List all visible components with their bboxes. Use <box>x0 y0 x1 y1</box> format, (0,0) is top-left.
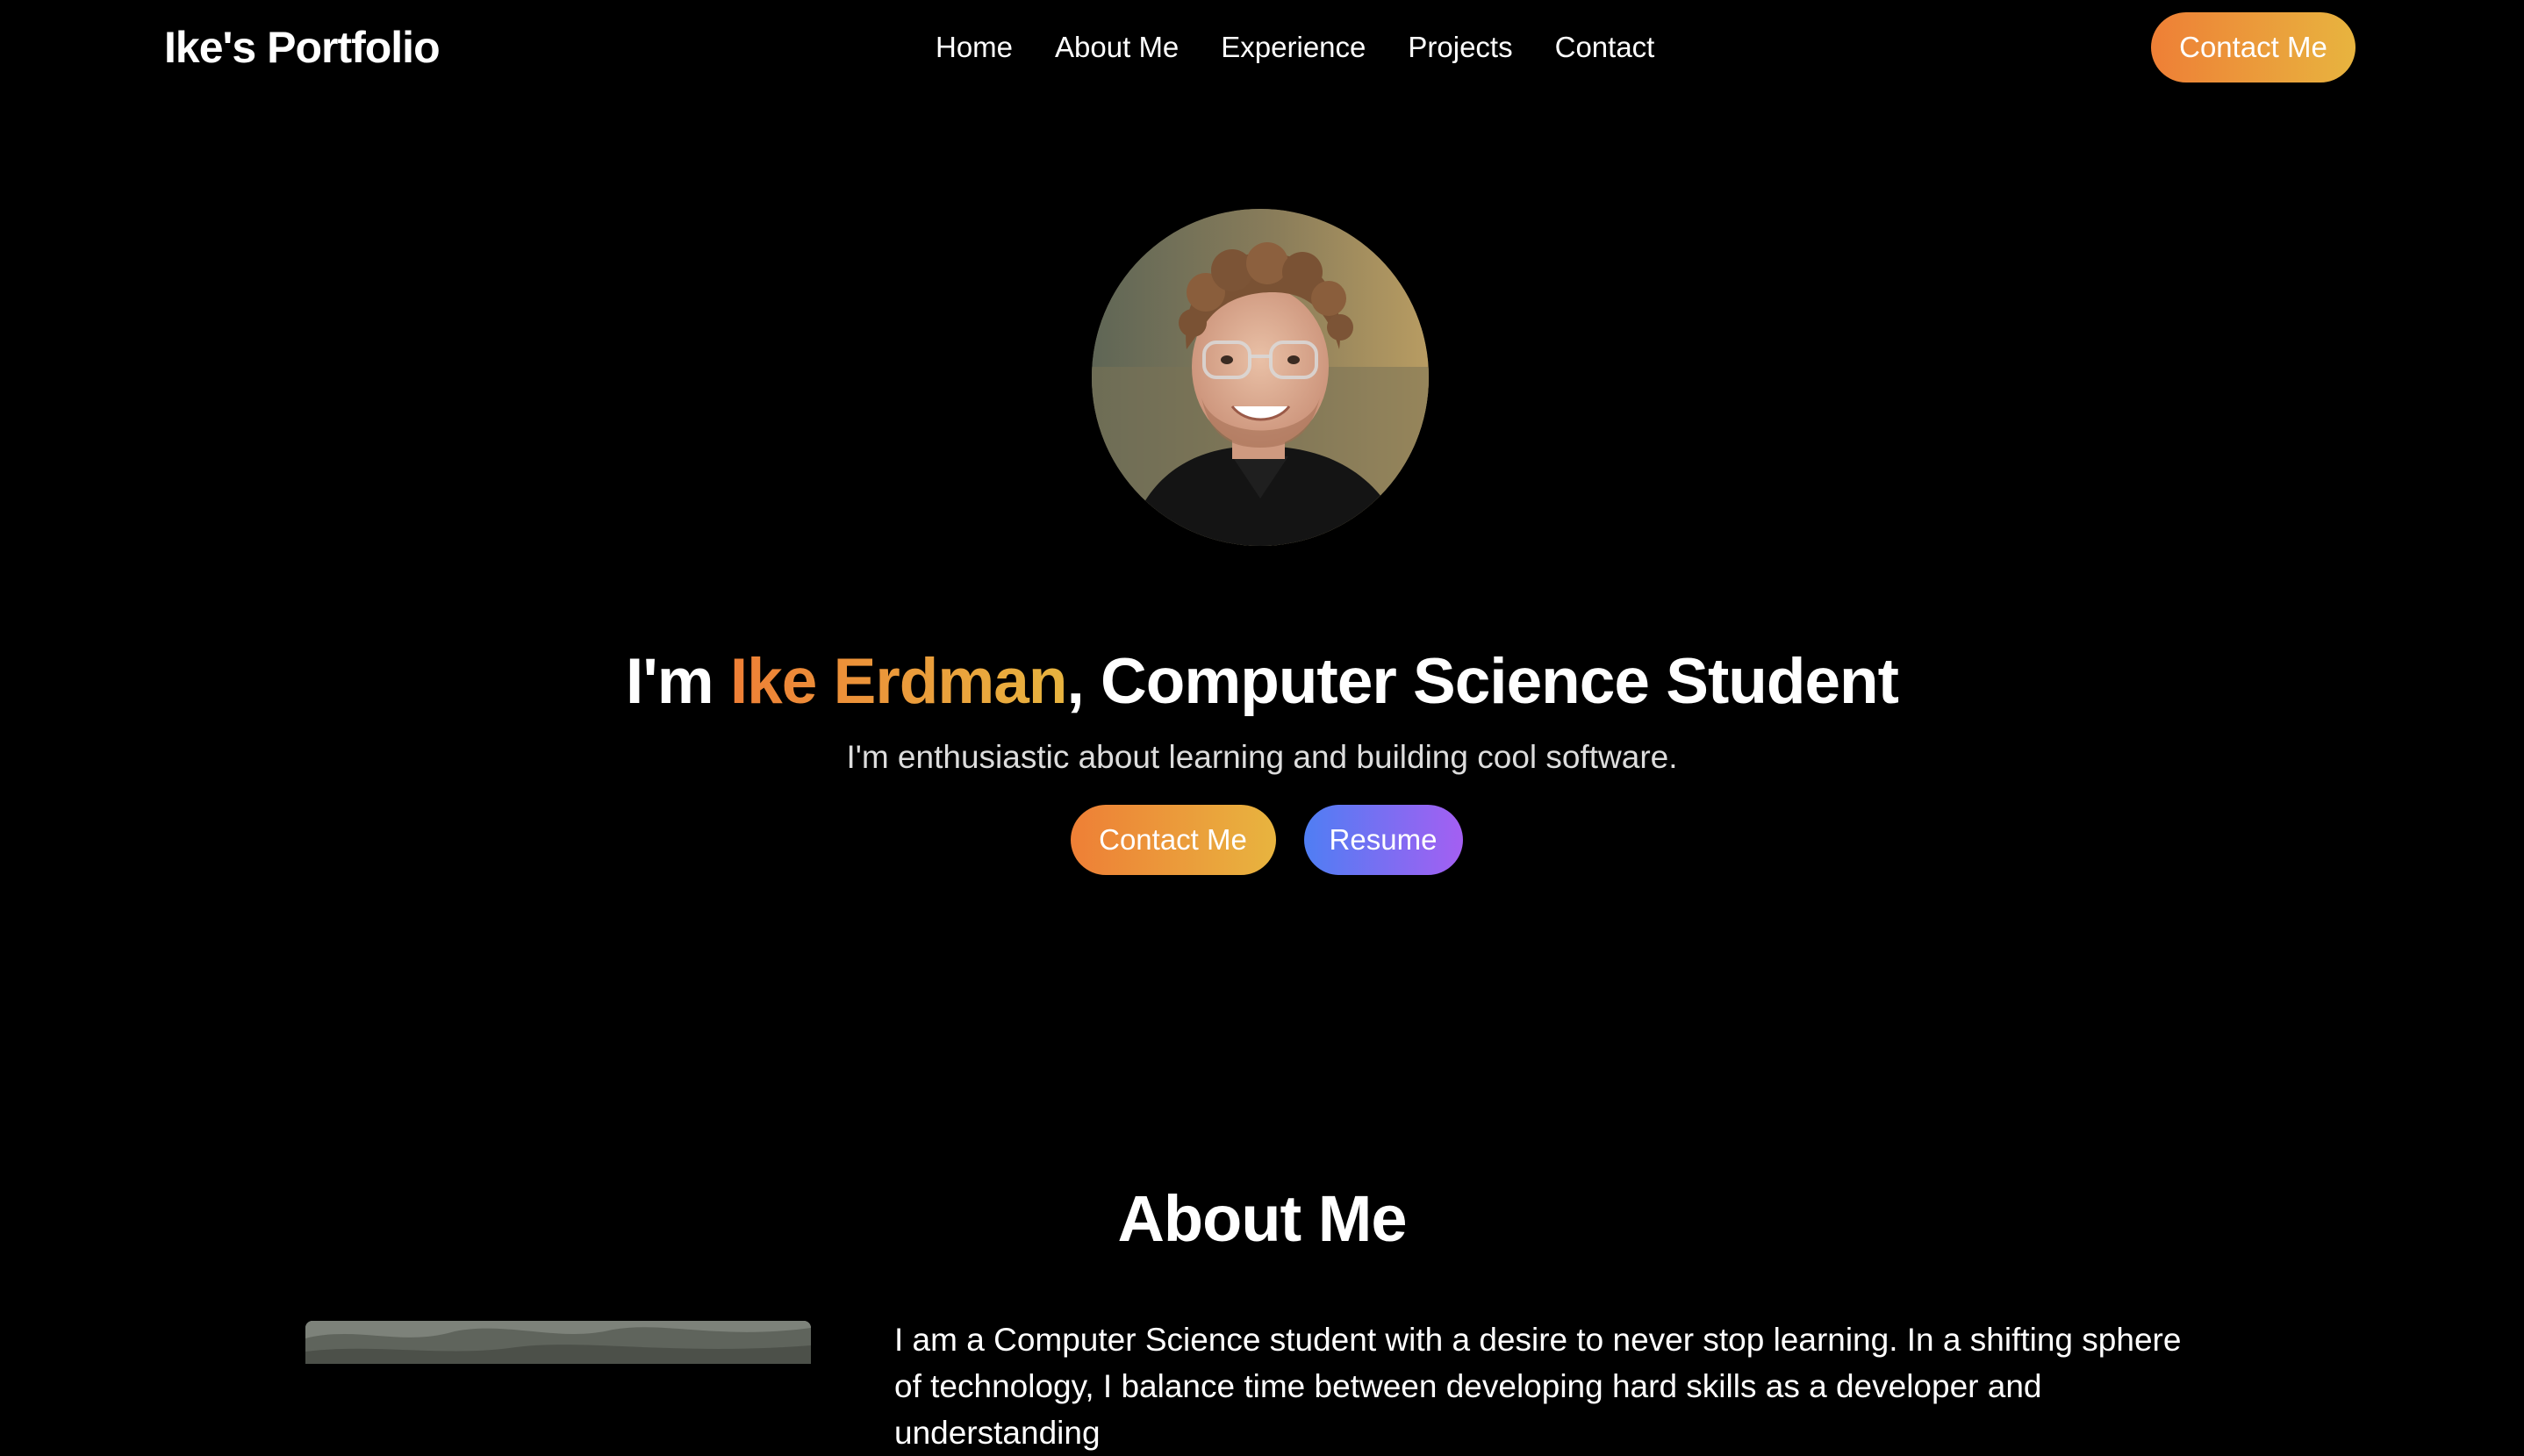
hero-title-prefix: I'm <box>626 645 730 717</box>
hero-resume-button[interactable]: Resume <box>1303 805 1463 875</box>
brand-logo[interactable]: Ike's Portfolio <box>164 19 441 75</box>
nav-links: Home About Me Experience Projects Contac… <box>936 26 1654 68</box>
nav-link-about-me[interactable]: About Me <box>1055 26 1179 68</box>
hero-buttons: Contact Me Resume <box>0 805 2524 875</box>
hero-title-suffix: , Computer Science Student <box>1066 645 1898 717</box>
about-photo <box>305 1321 811 1364</box>
nav-contact-me-button[interactable]: Contact Me <box>2151 12 2355 82</box>
nav-link-projects[interactable]: Projects <box>1408 26 1512 68</box>
about-photo-illustration <box>305 1321 811 1364</box>
about-paragraph: I am a Computer Science student with a d… <box>894 1322 2182 1451</box>
hero-subtitle: I'm enthusiastic about learning and buil… <box>846 739 1678 775</box>
hero-contact-me-button[interactable]: Contact Me <box>1070 805 1276 875</box>
hero-title: I'm Ike Erdman, Computer Science Student <box>0 638 2524 726</box>
profile-photo-illustration <box>1092 209 1429 546</box>
nav-link-home[interactable]: Home <box>936 26 1013 68</box>
nav-link-experience[interactable]: Experience <box>1221 26 1366 68</box>
nav-link-contact[interactable]: Contact <box>1555 26 1655 68</box>
about-heading: About Me <box>1117 1182 1407 1256</box>
hero-name: Ike Erdman <box>729 645 1068 717</box>
navbar: Ike's Portfolio Home About Me Experience… <box>0 0 2524 95</box>
profile-photo <box>1092 209 1429 546</box>
